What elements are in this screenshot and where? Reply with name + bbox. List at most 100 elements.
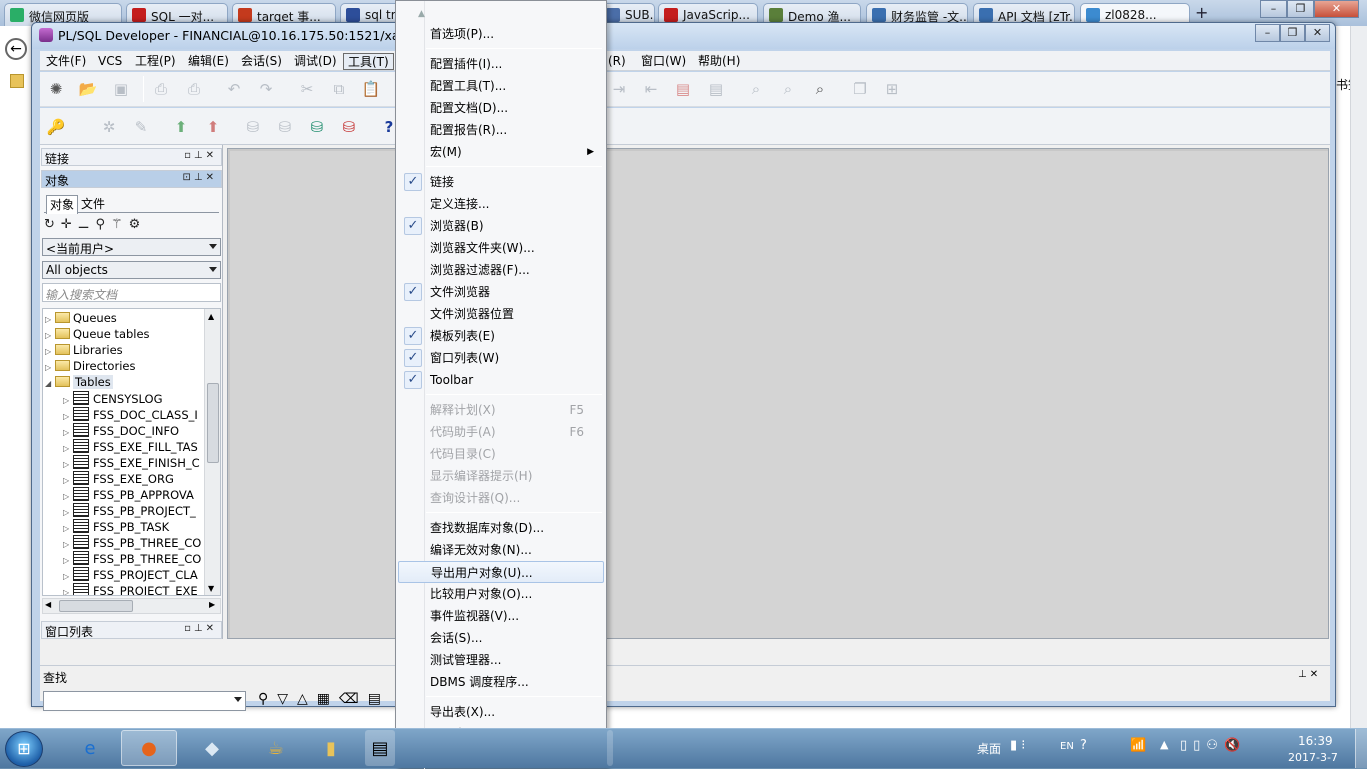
panel-buttons-icon[interactable]: ▫⊥✕: [184, 150, 217, 161]
key-icon[interactable]: 🔑: [45, 116, 67, 138]
tree-folder-item[interactable]: ▷ Libraries: [45, 343, 123, 359]
panel-buttons-icon[interactable]: ⊡⊥✕: [183, 172, 217, 183]
open-icon[interactable]: 📂: [77, 78, 99, 100]
tab-files[interactable]: 文件: [78, 195, 108, 212]
stop-icon[interactable]: ✎: [130, 116, 152, 138]
tree-folder-item[interactable]: ▷ Directories: [45, 359, 135, 375]
browser-maximize-button[interactable]: ❐: [1287, 0, 1314, 18]
firefox-icon[interactable]: ●: [121, 730, 177, 766]
undo-icon[interactable]: ↶: [223, 78, 245, 100]
menu-file[interactable]: 文件(F): [42, 53, 90, 70]
tree-table-item[interactable]: ▷ FSS_EXE_ORG: [63, 471, 174, 487]
expand-icon[interactable]: ▷: [63, 521, 73, 536]
scroll-down-icon[interactable]: ▼: [208, 584, 214, 593]
tools-menu-item[interactable]: 比较用户对象(O)...: [398, 583, 604, 605]
expand-icon[interactable]: ▷: [63, 553, 73, 568]
execute-icon[interactable]: ✲: [98, 116, 120, 138]
link-panel-title[interactable]: 链接 ▫⊥✕: [41, 148, 222, 166]
expand-icon[interactable]: ▷: [63, 569, 73, 584]
tree-folder-item[interactable]: ▷ Queue tables: [45, 327, 150, 343]
taskbar-item-partial[interactable]: [607, 730, 613, 766]
find-input[interactable]: [43, 691, 246, 711]
indent-icon[interactable]: ⇥: [608, 78, 630, 100]
expand-icon[interactable]: ▷: [63, 409, 73, 424]
find-panel-buttons-icon[interactable]: ⊥✕: [1298, 669, 1321, 680]
sql-icon[interactable]: ⛁: [274, 116, 296, 138]
plsql-taskbar-icon[interactable]: ▤: [365, 730, 395, 766]
tools-menu-item[interactable]: 查找数据库对象(D)...: [398, 517, 604, 539]
expand-icon[interactable]: ▷: [63, 489, 73, 504]
bookmark-folder-icon[interactable]: [10, 74, 24, 88]
tools-menu-item[interactable]: 导出表(X)...: [398, 701, 604, 723]
window-minimize-button[interactable]: –: [1255, 24, 1280, 42]
scroll-right-icon[interactable]: ▶: [209, 600, 215, 609]
tree-table-item[interactable]: ▷ FSS_PB_TASK: [63, 519, 169, 535]
expand-icon[interactable]: ▷: [63, 585, 73, 595]
tree-table-item[interactable]: ▷ CENSYSLOG: [63, 391, 162, 407]
tree-table-item[interactable]: ▷ FSS_DOC_INFO: [63, 423, 179, 439]
outdent-icon[interactable]: ⇤: [640, 78, 662, 100]
menu-tools[interactable]: 工具(T): [343, 53, 394, 70]
explorer-folder-icon[interactable]: ▮: [303, 730, 359, 766]
tools-menu-item[interactable]: 配置工具(T)...: [398, 75, 604, 97]
expand-icon[interactable]: ▷: [63, 473, 73, 488]
tray-app-icons[interactable]: ▯▯⚇🔇: [1180, 738, 1246, 753]
menu-session[interactable]: 会话(S): [237, 53, 286, 70]
disconnect-icon[interactable]: ⛁: [338, 116, 360, 138]
clock-date[interactable]: 2017-3-7: [1288, 751, 1338, 764]
menu-r[interactable]: (R): [604, 53, 630, 70]
show-desktop-button[interactable]: [1355, 729, 1367, 768]
tree-vertical-scrollbar[interactable]: ▲ ▼: [204, 309, 220, 595]
tree-table-item[interactable]: ▷ FSS_PB_PROJECT_: [63, 503, 196, 519]
menu-vcs[interactable]: VCS: [94, 53, 126, 70]
commit-icon[interactable]: ⬆: [170, 116, 192, 138]
tree-table-item[interactable]: ▷ FSS_PROJECT_CLA: [63, 567, 198, 583]
comment-icon[interactable]: ▤: [672, 78, 694, 100]
tools-menu-item[interactable]: DBMS 调度程序...: [398, 671, 604, 693]
tree-table-item[interactable]: ▷ FSS_PB_THREE_CO: [63, 551, 201, 567]
find-icon[interactable]: ⌕: [745, 78, 767, 100]
tools-menu-item[interactable]: 浏览器文件夹(W)...: [398, 237, 604, 259]
window-list-panel-title[interactable]: 窗口列表 ▫⊥✕: [41, 621, 222, 639]
connect-icon[interactable]: ⛁: [306, 116, 328, 138]
tree-table-item[interactable]: ▷ FSS_PB_APPROVA: [63, 487, 194, 503]
user-combo[interactable]: <当前用户>: [42, 238, 221, 256]
cut-icon[interactable]: ✂: [296, 78, 318, 100]
expand-icon[interactable]: ▷: [45, 328, 55, 343]
tree-table-item[interactable]: ▷ FSS_EXE_FILL_TAS: [63, 439, 198, 455]
save-icon[interactable]: ▣: [110, 78, 132, 100]
expand-icon[interactable]: ▷: [63, 505, 73, 520]
tools-menu-item[interactable]: 配置报告(R)...: [398, 119, 604, 141]
new-icon[interactable]: ✺: [45, 78, 67, 100]
browser-minimize-button[interactable]: –: [1260, 0, 1287, 18]
lang-indicator[interactable]: EN: [1060, 741, 1074, 752]
find-next-icon[interactable]: ⌕: [777, 78, 799, 100]
tools-menu-item[interactable]: 导出用户对象(U)...: [398, 561, 604, 583]
print-preview-icon[interactable]: ⎙: [183, 78, 205, 100]
ie-icon[interactable]: e: [62, 730, 118, 766]
menu-edit[interactable]: 编辑(E): [184, 53, 233, 70]
tools-menu-item[interactable]: 编译无效对象(N)...: [398, 539, 604, 561]
menu-help[interactable]: 帮助(H): [694, 53, 744, 70]
tree-scroll-thumb[interactable]: [207, 383, 219, 463]
collapse-icon[interactable]: ◢: [45, 376, 55, 391]
window-tile-icon[interactable]: ⊞: [881, 78, 903, 100]
wifi-icon[interactable]: 📶: [1130, 738, 1146, 753]
editor-area[interactable]: [227, 148, 1329, 639]
tree-table-item[interactable]: ▷ FSS_PROJECT_EXE: [63, 583, 198, 595]
tools-menu-item[interactable]: ✓ Toolbar: [398, 369, 604, 391]
tools-menu-item[interactable]: 配置插件(I)...: [398, 53, 604, 75]
show-hidden-icon[interactable]: ▲: [1160, 738, 1168, 751]
query-icon[interactable]: ⌕: [809, 78, 831, 100]
tools-menu-item[interactable]: 首选项(P)...: [398, 23, 604, 45]
uncomment-icon[interactable]: ▤: [705, 78, 727, 100]
tree-folder-item[interactable]: ▷ Queues: [45, 311, 117, 327]
expand-icon[interactable]: ▷: [63, 425, 73, 440]
tools-menu-item[interactable]: ✓ 模板列表(E): [398, 325, 604, 347]
new-tab-button[interactable]: +: [1195, 3, 1208, 22]
tools-menu-item[interactable]: ✓ 文件浏览器: [398, 281, 604, 303]
find-tool-icons[interactable]: ⚲▽△▦⌫▤: [258, 691, 390, 707]
expand-icon[interactable]: ▷: [63, 537, 73, 552]
menu-project[interactable]: 工程(P): [131, 53, 180, 70]
desktop-label[interactable]: 桌面: [977, 740, 1001, 757]
